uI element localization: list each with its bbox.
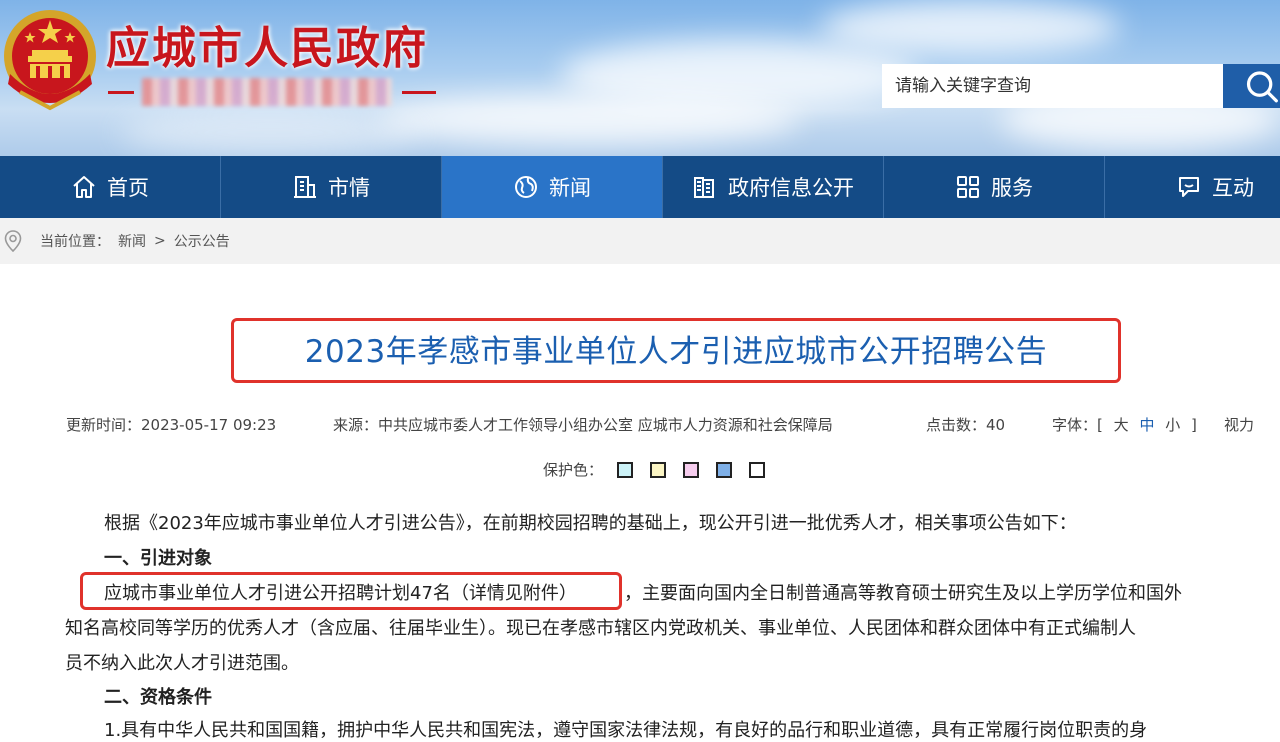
font-label: 字体：[: [1052, 416, 1103, 434]
subtitle-line-right: [402, 91, 436, 94]
nav-label: 新闻: [549, 176, 591, 200]
search-button[interactable]: [1223, 64, 1280, 108]
document-icon: [694, 177, 714, 198]
subtitle-line-left: [108, 91, 134, 94]
font-large-button[interactable]: 大: [1114, 416, 1129, 434]
font-bracket: ]: [1191, 416, 1197, 434]
nav-label: 首页: [107, 176, 149, 200]
home-icon: [73, 176, 95, 198]
breadcrumb-link-notice[interactable]: 公示公告: [174, 231, 230, 251]
color-swatch-blue[interactable]: [716, 461, 733, 478]
update-time: 更新时间：2023-05-17 09:23: [66, 416, 277, 434]
site-header: 应城市人民政府: [0, 0, 1280, 156]
nav-label: 服务: [991, 176, 1033, 200]
nav-item-interaction[interactable]: 互动: [1105, 156, 1280, 218]
paragraph-line: 知名高校同等学历的优秀人才（含应届、往届毕业生）。现已在孝感市辖区内党政机关、事…: [65, 618, 1136, 639]
section-heading-1: 一、引进对象: [104, 548, 212, 569]
search-input[interactable]: [882, 64, 1224, 108]
blurred-subtitle: [142, 78, 392, 106]
color-swatch-cyan[interactable]: [617, 461, 634, 478]
nav-item-city-info[interactable]: 市情: [221, 156, 442, 218]
color-swatch-pink[interactable]: [683, 461, 700, 478]
breadcrumb: 当前位置： 新闻 > 公示公告: [0, 218, 1280, 264]
nav-item-service[interactable]: 服务: [884, 156, 1105, 218]
nav-item-gov-info[interactable]: 政府信息公开: [663, 156, 884, 218]
font-medium-button[interactable]: 中: [1139, 416, 1154, 434]
font-small-button[interactable]: 小: [1165, 416, 1180, 434]
building-icon: [294, 176, 316, 198]
article-title: 2023年孝感市事业单位人才引进应城市公开招聘公告: [304, 334, 1048, 370]
breadcrumb-prefix: 当前位置：: [40, 234, 110, 250]
paragraph-highlight: 应城市事业单位人才引进公开招聘计划47名（详情见附件）: [104, 583, 577, 604]
protect-color-bar: 保护色：: [543, 459, 766, 480]
paragraph-continued: ，主要面向国内全日制普通高等教育硕士研究生及以上学历学位和国外: [624, 583, 1182, 604]
nav-item-news[interactable]: 新闻: [442, 156, 663, 218]
site-title: 应城市人民政府: [106, 23, 428, 74]
breadcrumb-separator: >: [154, 233, 166, 249]
nav-label: 市情: [328, 176, 370, 200]
paragraph-line: 1.具有中华人民共和国国籍，拥护中华人民共和国宪法，遵守国家法律法规，有良好的品…: [104, 720, 1148, 741]
click-count: 点击数：40: [926, 416, 1006, 434]
paragraph-line: 员不纳入此次人才引进范围。: [65, 653, 299, 674]
color-swatch-white[interactable]: [749, 461, 766, 478]
nav-label: 互动: [1212, 176, 1254, 200]
section-heading-2: 二、资格条件: [104, 687, 212, 708]
nav-label: 政府信息公开: [728, 176, 854, 200]
main-nav: 首页 市情 新闻 政府信息公开 服务 互动: [0, 156, 1280, 218]
chat-icon: [1179, 177, 1199, 197]
location-pin-icon: [4, 230, 22, 252]
globe-icon: [515, 176, 537, 198]
font-size-control: 字体：[ 大 中 小 ]: [1052, 414, 1197, 435]
breadcrumb-link-news[interactable]: 新闻: [118, 231, 146, 251]
article-source: 来源：中共应城市委人才工作领导小组办公室 应城市人力资源和社会保障局: [333, 416, 833, 434]
national-emblem-icon: [4, 10, 96, 111]
nav-item-home[interactable]: 首页: [0, 156, 221, 218]
search-icon: [1246, 71, 1278, 103]
vision-button[interactable]: 视力: [1224, 414, 1254, 435]
protect-label: 保护色：: [543, 461, 604, 479]
paragraph-intro: 根据《2023年应城市事业单位人才引进公告》，在前期校园招聘的基础上，现公开引进…: [104, 513, 1077, 534]
color-swatch-yellow[interactable]: [650, 461, 667, 478]
grid-icon: [957, 176, 979, 198]
